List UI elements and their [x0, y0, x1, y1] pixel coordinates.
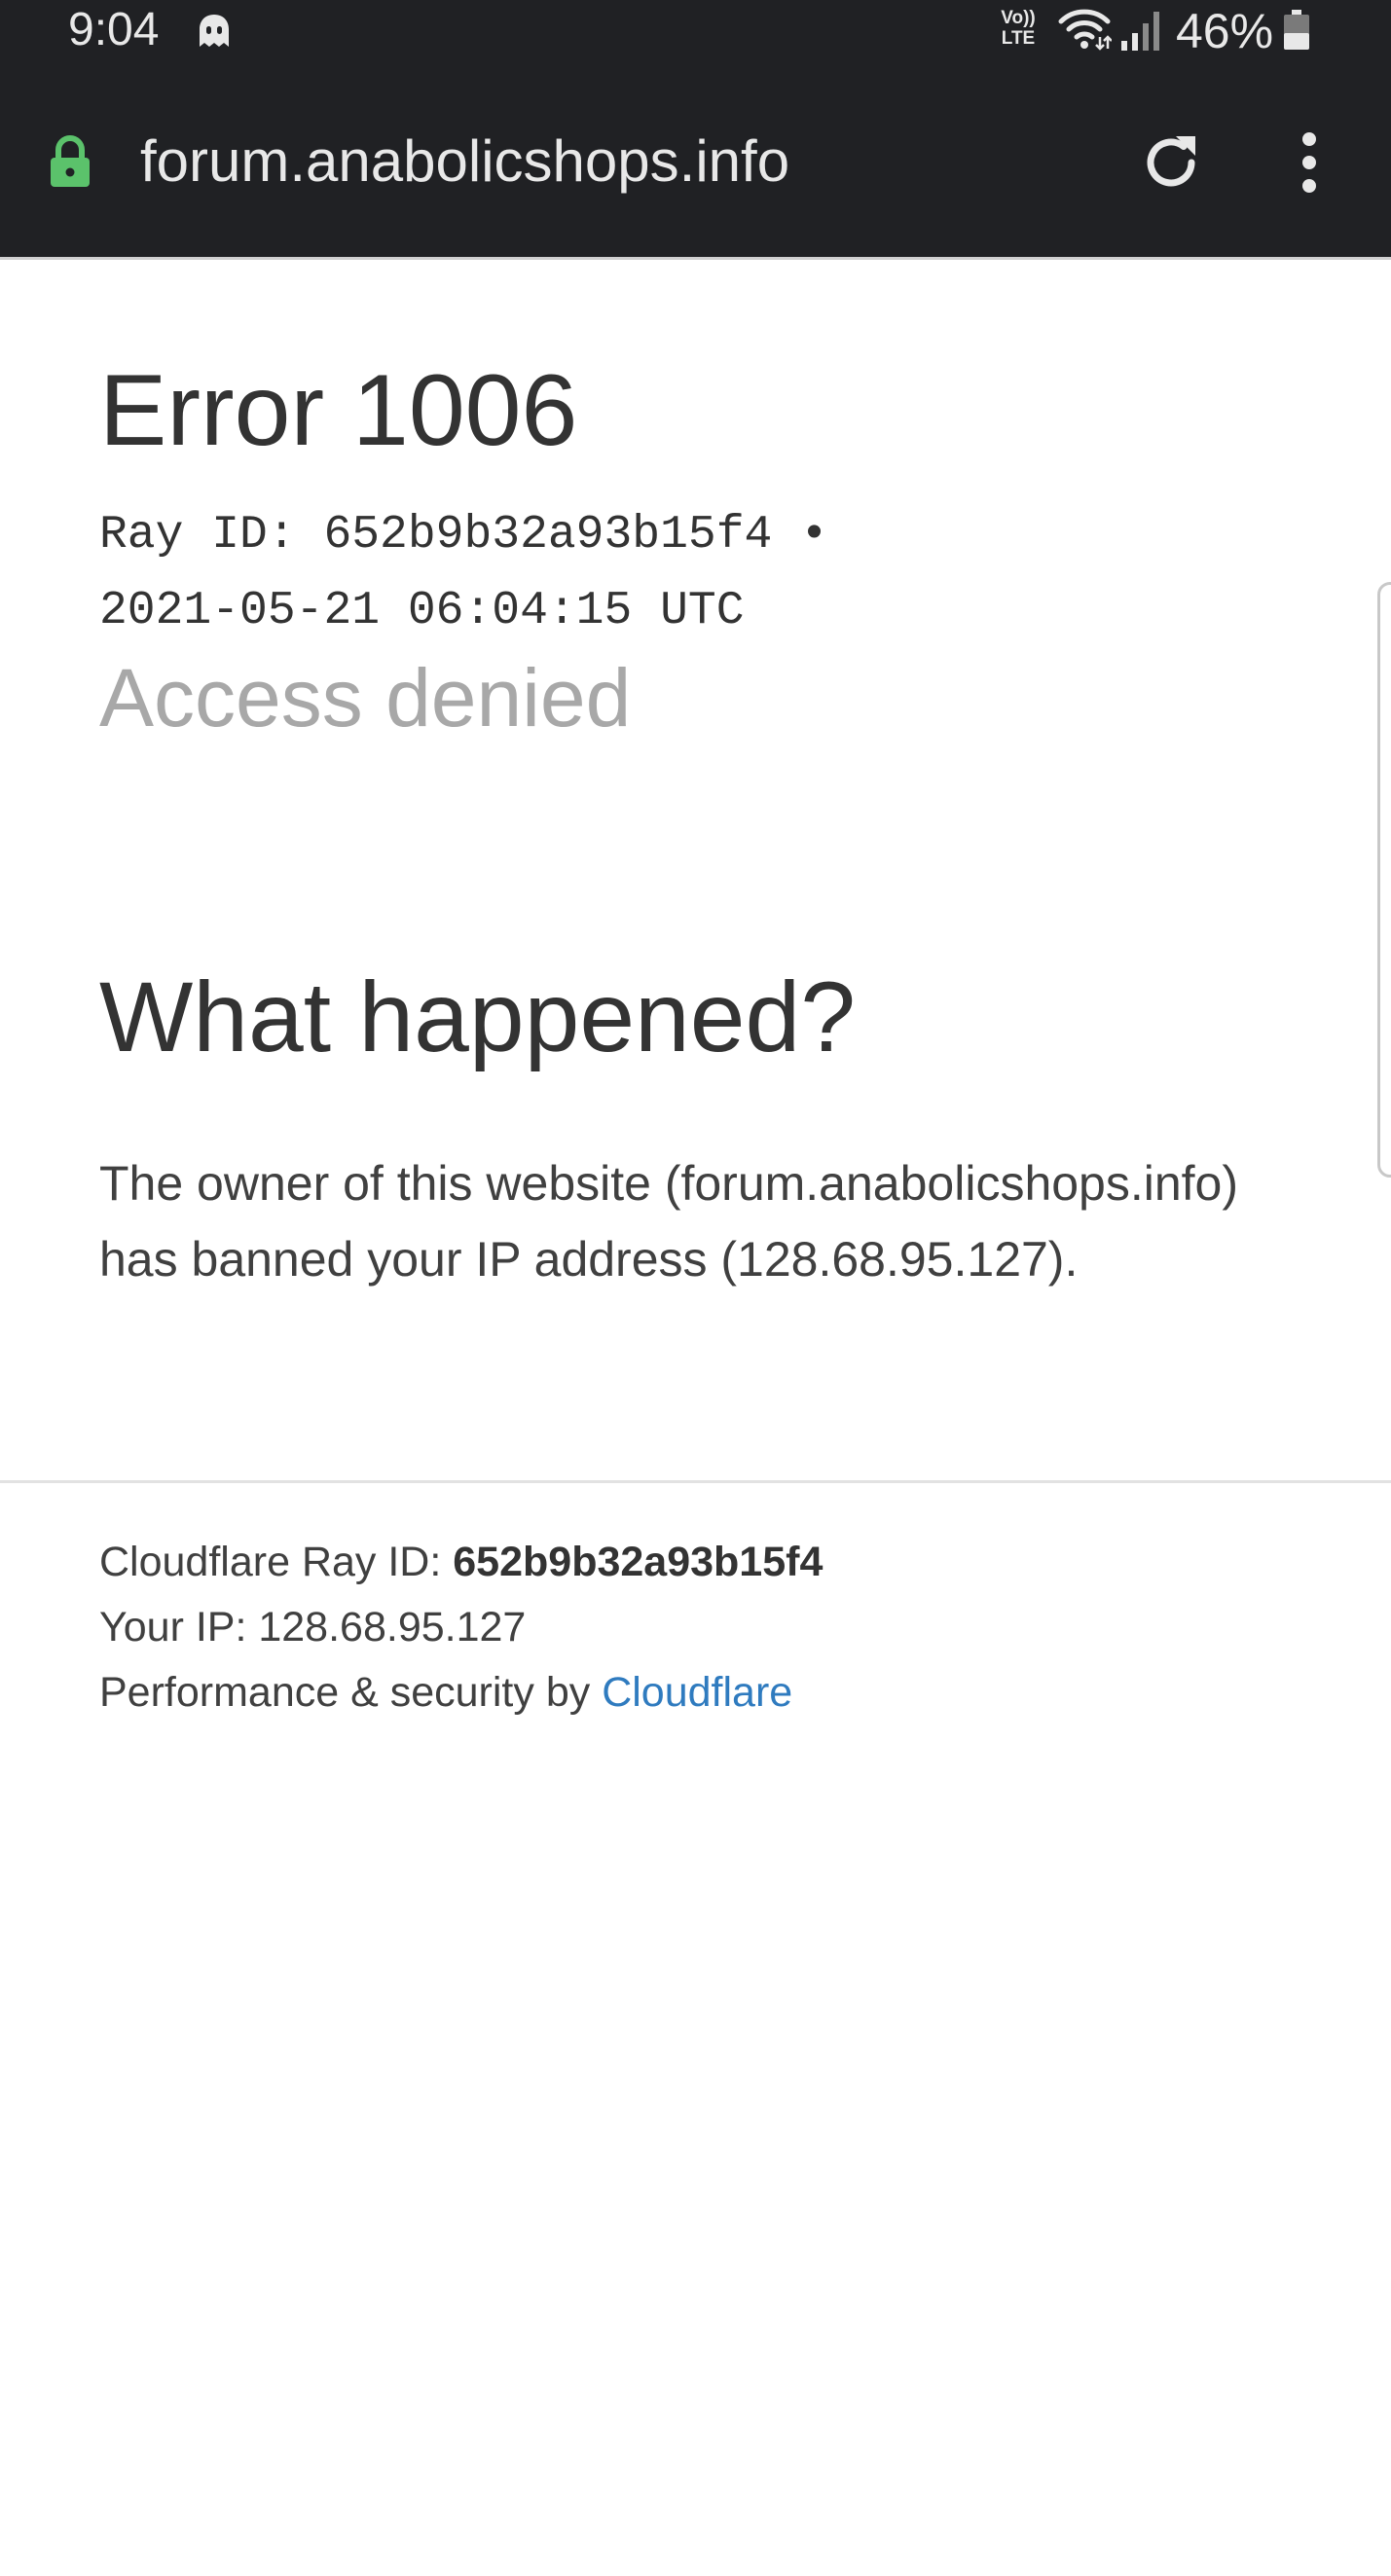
browser-toolbar: forum.anabolicshops.info — [0, 60, 1391, 260]
signal-icon — [1121, 12, 1159, 51]
footer: Cloudflare Ray ID: 652b9b32a93b15f4 Your… — [99, 1530, 823, 1725]
wifi-icon — [1058, 9, 1112, 51]
status-bar: 9:04 Vo)) LTE 46% — [0, 0, 1391, 60]
timestamp-line: 2021-05-21 06:04:15 UTC — [99, 585, 745, 637]
volte-top-label: Vo)) — [1001, 8, 1036, 28]
lock-icon[interactable] — [49, 134, 92, 189]
error-subtitle: Access denied — [99, 652, 632, 744]
edge-panel-handle[interactable] — [1377, 582, 1391, 1178]
volte-bottom-label: LTE — [1001, 28, 1036, 49]
what-happened-text: The owner of this website (forum.anaboli… — [99, 1156, 1239, 1287]
more-vert-icon[interactable] — [1285, 130, 1334, 195]
url-bar[interactable]: forum.anabolicshops.info — [140, 128, 789, 195]
ghost-icon — [200, 15, 229, 47]
battery-icon — [1284, 10, 1309, 50]
footer-ip: Your IP: 128.68.95.127 — [99, 1604, 527, 1651]
cloudflare-link[interactable]: Cloudflare — [602, 1669, 792, 1716]
footer-perf-label: Performance & security by — [99, 1669, 603, 1716]
status-time: 9:04 — [68, 4, 160, 55]
footer-ray-id: Cloudflare Ray ID: 652b9b32a93b15f4 — [99, 1530, 823, 1595]
error-title: Error 1006 — [99, 354, 578, 467]
ray-id-line: Ray ID: 652b9b32a93b15f4 • — [99, 509, 828, 562]
footer-performance: Performance & security by Cloudflare — [99, 1660, 823, 1725]
volte-icon: Vo)) LTE — [997, 8, 1040, 53]
footer-ray-label: Cloudflare Ray ID: — [99, 1539, 454, 1585]
what-happened-heading: What happened? — [99, 961, 856, 1072]
reload-icon[interactable] — [1139, 130, 1203, 195]
battery-percent: 46% — [1176, 4, 1274, 58]
footer-ray-value: 652b9b32a93b15f4 — [453, 1539, 824, 1585]
divider — [0, 1480, 1391, 1483]
